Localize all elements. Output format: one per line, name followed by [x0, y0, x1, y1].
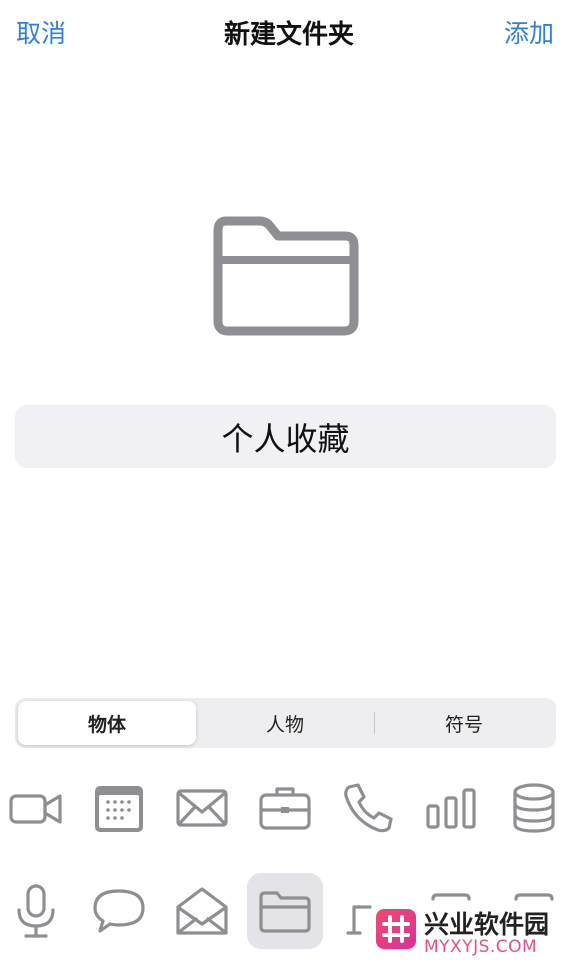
- video-camera-icon[interactable]: [0, 770, 74, 846]
- segment-objects[interactable]: 物体: [18, 701, 196, 745]
- database-icon[interactable]: [496, 770, 572, 846]
- speech-bubble-icon[interactable]: [81, 873, 157, 949]
- folder-icon: [213, 216, 359, 336]
- watermark-title: 兴业软件园: [424, 910, 550, 939]
- open-envelope-icon[interactable]: [164, 873, 240, 949]
- folder-icon[interactable]: [247, 873, 323, 949]
- calendar-icon[interactable]: [81, 770, 157, 846]
- watermark-url: MYXYJS.COM: [424, 937, 538, 957]
- briefcase-icon[interactable]: [247, 770, 323, 846]
- microphone-icon[interactable]: [0, 873, 74, 949]
- folder-name-input[interactable]: [15, 404, 556, 469]
- bar-chart-icon[interactable]: [413, 770, 489, 846]
- category-segmented-control: 物体 人物 符号: [15, 698, 556, 748]
- segment-symbols[interactable]: 符号: [375, 701, 553, 745]
- envelope-icon[interactable]: [164, 770, 240, 846]
- watermark-logo: [376, 909, 416, 949]
- add-button[interactable]: 添加: [504, 14, 554, 50]
- phone-icon[interactable]: [330, 770, 406, 846]
- watermark: 兴业软件园 MYXYJS.COM: [372, 905, 578, 965]
- segment-people[interactable]: 人物: [196, 701, 374, 745]
- page-title: 新建文件夹: [223, 20, 354, 50]
- folder-name-field[interactable]: [15, 404, 556, 469]
